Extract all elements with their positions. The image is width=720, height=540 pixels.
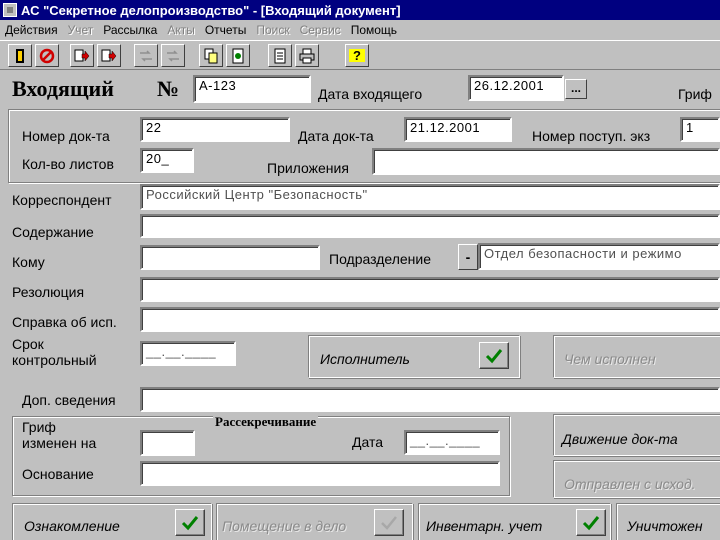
move-button[interactable]	[134, 44, 158, 67]
division-label: Подразделение	[329, 251, 432, 267]
executor-label: Исполнитель	[320, 351, 410, 367]
declassification-title: Рассекречивание	[213, 414, 319, 430]
inventory-checkbox[interactable]	[576, 509, 606, 536]
forward-all-button[interactable]	[97, 44, 121, 67]
familiarization-checkbox[interactable]	[175, 509, 205, 536]
check-icon	[181, 515, 199, 530]
forward-button[interactable]	[70, 44, 94, 67]
filed-label: Помещение в дело	[222, 518, 347, 534]
incoming-number-field[interactable]: А-123	[193, 75, 311, 103]
menu-actions[interactable]: Действия	[0, 23, 63, 37]
copy-number-label: Номер поступ. экз	[532, 128, 651, 144]
deadline-label-line2: контрольный	[12, 352, 97, 368]
correspondent-label: Корреспондент	[12, 192, 112, 208]
inventory-label: Инвентарн. учет	[426, 518, 543, 534]
exec-note-field[interactable]	[140, 307, 720, 332]
preview-button[interactable]	[268, 44, 292, 67]
move-all-disabled-icon	[167, 49, 179, 62]
filed-checkbox[interactable]	[374, 509, 404, 536]
title-bar: АС "Секретное делопроизводство" - [Входя…	[0, 0, 720, 20]
sheets-label: Кол-во листов	[22, 156, 114, 172]
doc-date-label: Дата док-та	[298, 128, 374, 144]
window-title: АС "Секретное делопроизводство" - [Входя…	[21, 2, 401, 18]
correspondent-field[interactable]: Российский Центр "Безопасность"	[140, 184, 720, 210]
extra-info-field[interactable]	[140, 387, 720, 412]
preview-icon	[274, 48, 286, 63]
destruction-label: Уничтожен	[627, 518, 703, 534]
resolution-field[interactable]	[140, 277, 720, 302]
print-button[interactable]	[295, 44, 319, 67]
division-field[interactable]: Отдел безопасности и режимо	[478, 243, 720, 270]
attachments-field[interactable]	[372, 148, 720, 175]
extra-info-label: Доп. сведения	[22, 392, 116, 408]
copy-button[interactable]	[199, 44, 223, 67]
help-button[interactable]: ?	[345, 44, 369, 67]
doc-number-label: Номер док-та	[22, 128, 110, 144]
deadline-label-line1: Срок	[12, 336, 44, 352]
exit-button[interactable]	[8, 44, 32, 67]
grif-changed-label-line1: Гриф	[22, 419, 56, 435]
executed-by-label: Чем исполнен	[564, 351, 656, 367]
number-sign: №	[157, 76, 180, 101]
declass-date-label: Дата	[352, 434, 384, 450]
incoming-date-field[interactable]: 26.12.2001	[468, 75, 564, 101]
to-label: Кому	[12, 254, 45, 270]
deadline-field[interactable]: __.__.____	[140, 341, 236, 366]
sent-label: Отправлен с исход.	[564, 476, 696, 492]
sheets-field[interactable]: 20_	[140, 148, 194, 173]
move-disabled-icon	[140, 49, 152, 62]
basis-field[interactable]	[140, 461, 500, 486]
app-icon[interactable]	[3, 3, 17, 17]
content-field[interactable]	[140, 214, 720, 238]
menu-acts[interactable]: Акты	[162, 23, 200, 37]
doc-number-field[interactable]: 22	[140, 117, 290, 142]
menu-service[interactable]: Сервис	[295, 23, 346, 37]
familiarization-label: Ознакомление	[24, 518, 120, 534]
doc-date-field[interactable]: 21.12.2001	[404, 117, 512, 142]
toolbar: ?	[0, 40, 720, 70]
basis-label: Основание	[22, 466, 94, 482]
attachments-label: Приложения	[267, 160, 349, 176]
menu-mailing[interactable]: Рассылка	[98, 23, 162, 37]
menu-bar: Действия Учет Рассылка Акты Отчеты Поиск…	[0, 20, 720, 40]
executor-checkbox[interactable]	[479, 342, 509, 369]
copy-icon	[204, 48, 218, 63]
document-icon	[232, 48, 244, 63]
document-button[interactable]	[226, 44, 250, 67]
grif-label: Гриф	[678, 86, 712, 102]
resolution-label: Резолюция	[12, 284, 85, 300]
menu-help[interactable]: Помощь	[346, 23, 402, 37]
division-select-button[interactable]: -	[458, 244, 478, 270]
cancel-icon	[39, 48, 55, 63]
incoming-date-label: Дата входящего	[318, 86, 423, 102]
menu-search[interactable]: Поиск	[251, 23, 294, 37]
grif-changed-field[interactable]	[140, 430, 195, 456]
to-field[interactable]	[140, 245, 320, 270]
cancel-button[interactable]	[35, 44, 59, 67]
grif-changed-label-line2: изменен на	[22, 435, 97, 451]
forward-icon	[74, 49, 90, 62]
declass-date-field[interactable]: __.__.____	[404, 430, 500, 455]
content-label: Содержание	[12, 224, 94, 240]
check-icon	[582, 515, 600, 530]
move-all-button[interactable]	[161, 44, 185, 67]
copy-number-field[interactable]: 1	[680, 117, 720, 142]
date-picker-button[interactable]: ...	[565, 79, 587, 99]
check-icon	[485, 348, 503, 363]
check-icon	[381, 515, 397, 530]
help-icon: ?	[349, 49, 365, 62]
exec-note-label: Справка об исп.	[12, 314, 117, 330]
menu-reports[interactable]: Отчеты	[200, 23, 251, 37]
movement-label: Движение док-та	[562, 431, 678, 447]
print-icon	[299, 48, 315, 63]
forward-all-icon	[101, 49, 117, 62]
menu-accounting[interactable]: Учет	[63, 23, 99, 37]
exit-icon	[16, 48, 24, 63]
page-title: Входящий	[12, 76, 114, 101]
